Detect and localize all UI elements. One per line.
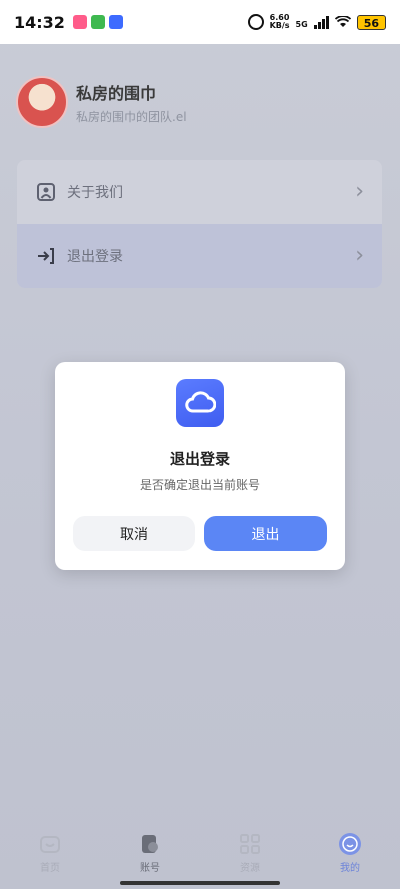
tab-home[interactable]: 首页	[20, 832, 80, 874]
cloud-logo-icon	[176, 379, 224, 427]
net-speed: 6.60 KB/s	[270, 14, 290, 30]
app-notification-icon	[108, 15, 123, 29]
status-bar: 14:32 6.60 KB/s 5G 56	[0, 0, 400, 44]
menu-item-about-us[interactable]: 关于我们 ›	[17, 160, 382, 224]
tab-account[interactable]: 账号	[120, 832, 180, 874]
settings-menu: 关于我们 › 退出登录 ›	[17, 160, 382, 288]
net-speed-unit: KB/s	[269, 21, 290, 30]
chevron-right-icon: ›	[355, 179, 364, 204]
home-icon	[40, 836, 60, 853]
tab-label: 资源	[240, 863, 260, 874]
wifi-icon	[334, 16, 351, 27]
home-indicator[interactable]	[120, 881, 280, 885]
status-time: 14:32	[14, 12, 65, 32]
alarm-icon	[247, 14, 264, 30]
signal-icon	[313, 15, 329, 29]
profile-name: 私房的围巾	[76, 83, 157, 103]
confirm-logout-button[interactable]: 退出	[204, 516, 327, 551]
profile-subtitle: 私房的围巾的团队.el	[76, 109, 187, 124]
tab-profile[interactable]: 我的	[320, 832, 380, 874]
resources-icon	[240, 834, 260, 854]
profile-icon	[339, 833, 361, 855]
profile-header[interactable]: 私房的围巾 私房的围巾的团队.el	[16, 76, 187, 128]
tab-label: 首页	[40, 863, 60, 874]
dialog-message: 是否确定退出当前账号	[139, 478, 260, 492]
about-us-icon	[35, 181, 57, 203]
app-notification-icon	[72, 15, 87, 29]
tab-label: 账号	[140, 863, 160, 874]
tab-resources[interactable]: 资源	[220, 832, 280, 874]
account-icon	[142, 835, 158, 853]
avatar[interactable]	[16, 76, 68, 128]
tab-label: 我的	[340, 863, 360, 874]
menu-item-label: 关于我们	[67, 185, 123, 201]
chevron-right-icon: ›	[355, 243, 364, 268]
bottom-nav: 首页 账号 资源 我的	[0, 824, 400, 889]
logout-dialog: 退出登录 是否确定退出当前账号 取消 退出	[55, 362, 345, 570]
cancel-button[interactable]: 取消	[73, 516, 195, 551]
dialog-title: 退出登录	[169, 450, 230, 468]
menu-item-label: 退出登录	[67, 249, 123, 265]
status-notification-icons	[72, 15, 123, 29]
logout-icon	[35, 245, 57, 267]
menu-item-logout[interactable]: 退出登录 ›	[17, 224, 382, 288]
app-notification-icon	[90, 15, 105, 29]
battery-indicator: 56	[356, 14, 386, 30]
network-type: 5G	[295, 20, 308, 29]
